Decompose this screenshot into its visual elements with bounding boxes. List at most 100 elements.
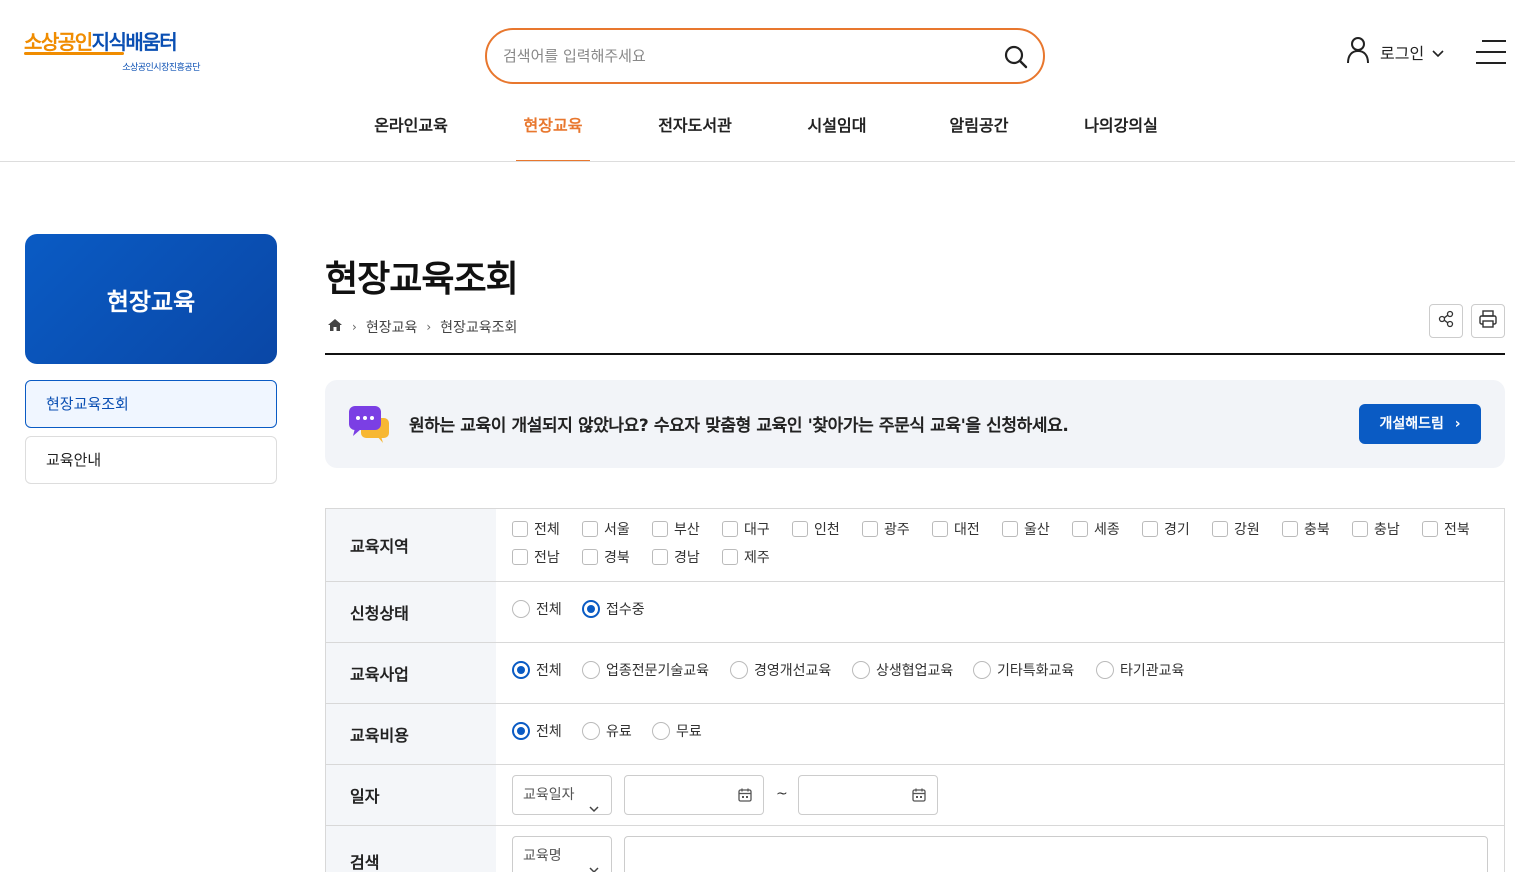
nav-item-e-library[interactable]: 전자도서관 xyxy=(624,100,766,162)
login-button[interactable]: 로그인 xyxy=(1346,37,1444,66)
checkbox-label: 대구 xyxy=(744,522,770,538)
business-radio-other-org[interactable]: 타기관교육 xyxy=(1096,660,1184,680)
filter-label-business: 교육사업 xyxy=(326,643,496,703)
search-type-select[interactable]: 교육명 xyxy=(512,836,612,872)
region-checkbox-16[interactable]: 경남 xyxy=(652,547,700,567)
nav-item-field-education[interactable]: 현장교육 xyxy=(482,100,624,162)
request-education-button[interactable]: 개설해드림 › xyxy=(1359,404,1481,444)
region-checkbox-5[interactable]: 광주 xyxy=(862,519,910,539)
nav-item-facility-rental[interactable]: 시설임대 xyxy=(766,100,908,162)
radio-label: 접수중 xyxy=(606,602,645,618)
logo[interactable]: 소상공인지식배움터 소상공인시장진흥공단 xyxy=(24,30,204,74)
cost-radio-paid[interactable]: 유료 xyxy=(582,721,632,741)
business-radio-all[interactable]: 전체 xyxy=(512,660,562,680)
checkbox-icon xyxy=(1002,521,1018,537)
region-checkbox-9[interactable]: 경기 xyxy=(1142,519,1190,539)
radio-label: 상생협업교육 xyxy=(876,663,954,679)
radio-icon xyxy=(652,722,670,740)
status-radio-open[interactable]: 접수중 xyxy=(582,599,645,619)
filter-label-region: 교육지역 xyxy=(326,509,496,581)
region-checkbox-11[interactable]: 충북 xyxy=(1282,519,1330,539)
region-checkbox-2[interactable]: 부산 xyxy=(652,519,700,539)
home-icon[interactable] xyxy=(327,318,343,336)
nav-item-online-education[interactable]: 온라인교육 xyxy=(340,100,482,162)
banner-text: 원하는 교육이 개설되지 않았나요? 수요자 맞춤형 교육인 '찾아가는 주문식… xyxy=(409,416,1069,436)
hamburger-menu-icon[interactable] xyxy=(1476,40,1506,66)
logo-underline xyxy=(24,52,124,55)
logo-wordmark: 소상공인지식배움터 xyxy=(24,30,204,54)
nav-item-notice[interactable]: 알림공간 xyxy=(908,100,1050,162)
checkbox-icon xyxy=(582,521,598,537)
chevron-down-icon xyxy=(589,851,599,872)
date-range-group: 교육일자 ~ xyxy=(512,765,1504,825)
checkbox-icon xyxy=(792,521,808,537)
filter-row-status: 신청상태 전체 접수중 xyxy=(326,582,1504,643)
region-checkbox-13[interactable]: 전북 xyxy=(1422,519,1470,539)
keyword-search-group: 교육명 xyxy=(512,826,1504,872)
checkbox-icon xyxy=(512,549,528,565)
checkbox-label: 전체 xyxy=(534,522,560,538)
share-button[interactable] xyxy=(1429,304,1463,338)
checkbox-label: 경기 xyxy=(1164,522,1190,538)
keyword-input[interactable] xyxy=(625,837,1487,872)
checkbox-icon xyxy=(932,521,948,537)
filter-row-business: 교육사업 전체 업종전문기술교육 경영개선교육 상생협업교육 기타특화교육 타기… xyxy=(326,643,1504,704)
main-navigation: 온라인교육 현장교육 전자도서관 시설임대 알림공간 나의강의실 xyxy=(340,100,1192,162)
page-title: 현장교육조회 xyxy=(325,259,519,300)
chevron-right-icon: › xyxy=(352,320,357,334)
search-icon[interactable] xyxy=(1003,44,1029,70)
chevron-right-icon: › xyxy=(426,320,432,334)
status-radio-all[interactable]: 전체 xyxy=(512,599,562,619)
business-radio-special[interactable]: 기타특화교육 xyxy=(973,660,1074,680)
checkbox-icon xyxy=(862,521,878,537)
region-checkbox-0[interactable]: 전체 xyxy=(512,519,560,539)
region-checkbox-12[interactable]: 충남 xyxy=(1352,519,1400,539)
filter-row-cost: 교육비용 전체 유료 무료 xyxy=(326,704,1504,765)
share-icon xyxy=(1437,310,1455,332)
checkbox-label: 강원 xyxy=(1234,522,1260,538)
checkbox-label: 전남 xyxy=(534,550,560,566)
cost-radio-all[interactable]: 전체 xyxy=(512,721,562,741)
date-separator: ~ xyxy=(776,786,788,802)
date-type-select[interactable]: 교육일자 xyxy=(512,775,612,815)
region-checkbox-10[interactable]: 강원 xyxy=(1212,519,1260,539)
region-checkbox-15[interactable]: 경북 xyxy=(582,547,630,567)
region-checkbox-4[interactable]: 인천 xyxy=(792,519,840,539)
region-checkbox-3[interactable]: 대구 xyxy=(722,519,770,539)
logo-subtitle: 소상공인시장진흥공단 xyxy=(122,63,200,73)
search-input[interactable] xyxy=(503,42,983,70)
end-date-input[interactable] xyxy=(798,775,938,815)
checkbox-icon xyxy=(652,521,668,537)
business-radio-cooperation[interactable]: 상생협업교육 xyxy=(852,660,953,680)
logo-text-orange: 소상공인 xyxy=(24,30,93,54)
region-checkbox-group: 전체 서울 부산 대구 인천 광주 대전 울산 세종 경기 강원 충북 충남 전북전남 경북 경남 제주 xyxy=(512,509,1504,581)
region-checkbox-17[interactable]: 제주 xyxy=(722,547,770,567)
keyword-input-wrapper xyxy=(624,836,1488,872)
chat-bubble-icon xyxy=(347,404,391,448)
region-checkbox-1[interactable]: 서울 xyxy=(582,519,630,539)
cost-radio-free[interactable]: 무료 xyxy=(652,721,702,741)
region-checkbox-8[interactable]: 세종 xyxy=(1072,519,1120,539)
business-radio-management[interactable]: 경영개선교육 xyxy=(730,660,831,680)
sidebar-item-education-guide[interactable]: 교육안내 xyxy=(25,436,277,484)
start-date-input[interactable] xyxy=(624,775,764,815)
checkbox-icon xyxy=(722,521,738,537)
business-radio-industry-tech[interactable]: 업종전문기술교육 xyxy=(582,660,709,680)
filter-row-region: 교육지역 전체 서울 부산 대구 인천 광주 대전 울산 세종 경기 강원 충북 충남 전북전남 경북 경남 제… xyxy=(326,509,1504,582)
calendar-icon[interactable] xyxy=(911,787,927,807)
breadcrumb-item[interactable]: 현장교육 xyxy=(366,317,418,337)
sidebar-item-field-education-search[interactable]: 현장교육조회 xyxy=(25,380,277,428)
checkbox-icon xyxy=(1142,521,1158,537)
logo-text-blue: 지식배움터 xyxy=(91,30,178,54)
nav-divider xyxy=(0,161,1515,162)
checkbox-icon xyxy=(1422,521,1438,537)
calendar-icon[interactable] xyxy=(737,787,753,807)
nav-item-my-classroom[interactable]: 나의강의실 xyxy=(1050,100,1192,162)
breadcrumb: › 현장교육 › 현장교육조회 xyxy=(327,316,517,338)
region-checkbox-6[interactable]: 대전 xyxy=(932,519,980,539)
radio-icon xyxy=(1096,661,1114,679)
chevron-down-icon xyxy=(1432,43,1444,62)
region-checkbox-14[interactable]: 전남 xyxy=(512,547,560,567)
print-button[interactable] xyxy=(1471,304,1505,338)
region-checkbox-7[interactable]: 울산 xyxy=(1002,519,1050,539)
